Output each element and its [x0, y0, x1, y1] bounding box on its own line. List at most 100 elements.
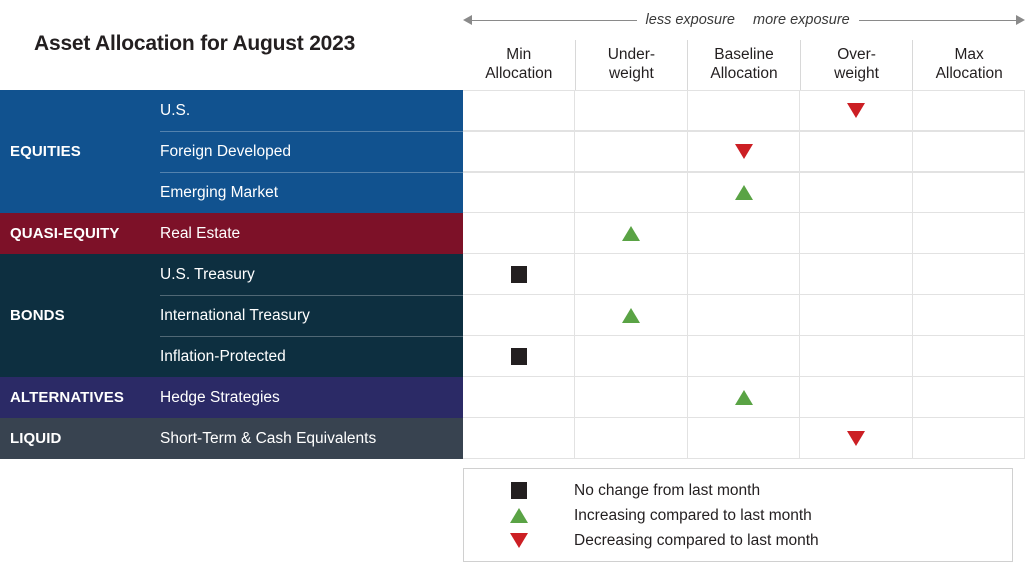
- group-rows: Hedge Strategies: [160, 377, 1025, 418]
- column-header-line2: Allocation: [710, 65, 778, 82]
- allocation-cell[interactable]: [799, 91, 911, 130]
- decrease-marker-icon: [846, 430, 865, 446]
- asset-label: U.S.: [160, 101, 191, 119]
- column-header-line1: Min: [506, 46, 532, 63]
- allocation-cell[interactable]: [799, 295, 911, 335]
- allocation-cell[interactable]: [463, 336, 574, 376]
- table-row[interactable]: Short-Term & Cash Equivalents: [160, 418, 1025, 459]
- group-rows: U.S. Foreign Developed Emerging Market: [160, 90, 1025, 213]
- allocation-cell[interactable]: [911, 132, 1025, 171]
- allocation-cell[interactable]: [574, 336, 686, 376]
- legend-swatch: [464, 508, 574, 523]
- table-row[interactable]: Real Estate: [160, 213, 1025, 254]
- allocation-cell[interactable]: [574, 418, 686, 458]
- asset-group: QUASI-EQUITY Real Estate: [0, 213, 1025, 254]
- allocation-cells: [463, 213, 1025, 254]
- allocation-cell[interactable]: [911, 295, 1025, 335]
- allocation-cell[interactable]: [799, 132, 911, 171]
- table-row[interactable]: Emerging Market: [160, 172, 1025, 213]
- legend-label: Decreasing compared to last month: [574, 531, 819, 549]
- allocation-table: EQUITIES U.S. Foreign Developed Emerging Ma…: [0, 90, 1025, 459]
- legend-item: Increasing compared to last month: [464, 503, 1012, 528]
- allocation-cell[interactable]: [686, 173, 799, 212]
- no-change-marker-icon: [510, 265, 527, 283]
- exposure-axis: less exposure more exposure: [463, 8, 1025, 32]
- legend-label: No change from last month: [574, 481, 761, 499]
- allocation-cells: [463, 90, 1025, 131]
- allocation-cell[interactable]: [911, 213, 1025, 253]
- asset-label: Hedge Strategies: [160, 388, 280, 406]
- table-row[interactable]: International Treasury: [160, 295, 1025, 336]
- allocation-cell[interactable]: [799, 377, 911, 417]
- table-row[interactable]: Foreign Developed: [160, 131, 1025, 172]
- allocation-cell[interactable]: [911, 254, 1025, 294]
- allocation-cell[interactable]: [911, 377, 1025, 417]
- column-header-2: Baseline Allocation: [687, 40, 800, 90]
- allocation-cell[interactable]: [463, 173, 574, 212]
- allocation-cell[interactable]: [686, 254, 799, 294]
- allocation-cell[interactable]: [574, 91, 686, 130]
- table-row[interactable]: U.S.: [160, 90, 1025, 131]
- allocation-cells: [463, 131, 1025, 172]
- allocation-cell[interactable]: [463, 295, 574, 335]
- allocation-cell[interactable]: [574, 213, 686, 253]
- asset-group: EQUITIES U.S. Foreign Developed Emerging Ma…: [0, 90, 1025, 213]
- allocation-cell[interactable]: [574, 173, 686, 212]
- table-row[interactable]: U.S. Treasury: [160, 254, 1025, 295]
- allocation-cell[interactable]: [686, 132, 799, 171]
- allocation-cell[interactable]: [686, 377, 799, 417]
- allocation-cell[interactable]: [686, 91, 799, 130]
- arrow-right-icon: [1016, 15, 1025, 25]
- column-header-line2: weight: [834, 65, 879, 82]
- allocation-cell[interactable]: [911, 418, 1025, 458]
- table-row[interactable]: Inflation-Protected: [160, 336, 1025, 377]
- column-header-4: Max Allocation: [912, 40, 1025, 90]
- allocation-cell[interactable]: [799, 173, 911, 212]
- allocation-cells: [463, 254, 1025, 295]
- allocation-cell[interactable]: [463, 91, 574, 130]
- column-header-3: Over-weight: [799, 40, 913, 90]
- column-header-line1: Over-: [837, 46, 876, 63]
- page-title: Asset Allocation for August 2023: [34, 32, 356, 55]
- allocation-cell[interactable]: [799, 254, 911, 294]
- asset-group: LIQUID Short-Term & Cash Equivalents: [0, 418, 1025, 459]
- less-exposure-label: less exposure: [645, 12, 735, 28]
- arrow-left-icon: [463, 15, 472, 25]
- group-rows: U.S. Treasury International Treasury Infla…: [160, 254, 1025, 377]
- allocation-cell[interactable]: [911, 91, 1025, 130]
- allocation-cell[interactable]: [799, 336, 911, 376]
- allocation-cell[interactable]: [799, 418, 911, 458]
- allocation-cells: [463, 377, 1025, 418]
- asset-label: International Treasury: [160, 295, 463, 336]
- allocation-cell[interactable]: [686, 213, 799, 253]
- allocation-cell[interactable]: [686, 295, 799, 335]
- more-exposure-label: more exposure: [753, 12, 850, 28]
- table-row[interactable]: Hedge Strategies: [160, 377, 1025, 418]
- group-label: EQUITIES: [10, 143, 81, 160]
- allocation-cell[interactable]: [911, 173, 1025, 212]
- allocation-cell[interactable]: [463, 254, 574, 294]
- group-label: QUASI-EQUITY: [10, 225, 120, 242]
- decrease-marker-icon: [510, 533, 528, 548]
- allocation-cell[interactable]: [463, 213, 574, 253]
- increase-marker-icon: [510, 508, 528, 523]
- allocation-cell[interactable]: [463, 377, 574, 417]
- column-header-line2: Allocation: [935, 65, 1003, 82]
- allocation-cell[interactable]: [574, 132, 686, 171]
- allocation-cell[interactable]: [686, 336, 799, 376]
- allocation-cell[interactable]: [574, 254, 686, 294]
- allocation-cell[interactable]: [574, 295, 686, 335]
- allocation-cell[interactable]: [911, 336, 1025, 376]
- allocation-cell[interactable]: [574, 377, 686, 417]
- column-header-line1: Under-: [607, 46, 656, 63]
- allocation-cell[interactable]: [463, 132, 574, 171]
- axis-line-right: [858, 19, 1016, 21]
- asset-label: Foreign Developed: [160, 131, 463, 172]
- group-rows: Short-Term & Cash Equivalents: [160, 418, 1025, 459]
- legend-swatch: [464, 533, 574, 548]
- allocation-cell[interactable]: [799, 213, 911, 253]
- allocation-cell[interactable]: [686, 418, 799, 458]
- allocation-cell[interactable]: [463, 418, 574, 458]
- column-header-line1: Baseline: [714, 46, 774, 63]
- no-change-marker-icon: [510, 347, 527, 365]
